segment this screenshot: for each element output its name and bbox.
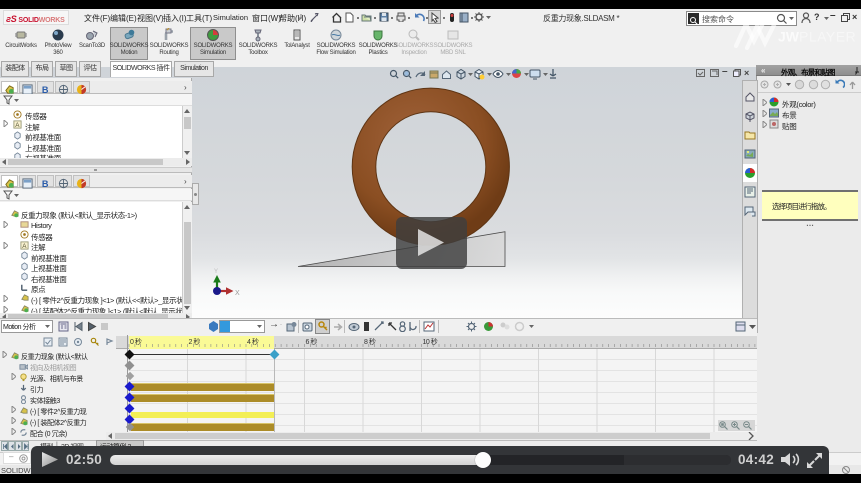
svg-text:Y: Y bbox=[214, 269, 218, 275]
svg-text:B: B bbox=[42, 179, 49, 189]
svg-text:JW: JW bbox=[778, 29, 800, 45]
svg-text:PLAYER: PLAYER bbox=[799, 29, 856, 45]
svg-text:X: X bbox=[235, 290, 240, 297]
